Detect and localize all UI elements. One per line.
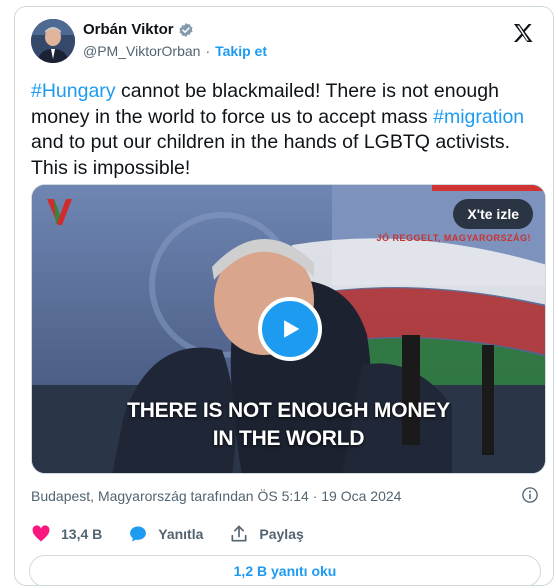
- tweet-text: #Hungary cannot be blackmailed! There is…: [31, 79, 541, 181]
- hashtag-migration[interactable]: #migration: [433, 106, 524, 128]
- like-button[interactable]: 13,4 B: [31, 524, 102, 544]
- verified-badge-icon: [179, 22, 193, 37]
- video-caption: THERE IS NOT ENOUGH MONEY IN THE WORLD: [32, 397, 545, 453]
- caption-line2: IN THE WORLD: [212, 427, 365, 450]
- hashtag-hungary[interactable]: #Hungary: [31, 80, 116, 102]
- location-timestamp[interactable]: Budapest, Magyarország tarafından ÖS 5:1…: [31, 488, 401, 504]
- heart-icon: [32, 525, 50, 542]
- x-logo-icon[interactable]: [511, 21, 535, 45]
- follow-button[interactable]: Takip et: [215, 43, 267, 59]
- share-button[interactable]: Paylaş: [229, 524, 304, 544]
- tweet-text-part2: and to put our children in the hands of …: [31, 131, 511, 179]
- tweet-card[interactable]: Orbán Viktor @PM_ViktorOrban · Takip et …: [14, 6, 554, 586]
- info-icon[interactable]: [521, 486, 539, 504]
- name-row: Orbán Viktor: [83, 21, 194, 38]
- read-replies-button[interactable]: 1,2 B yanıtı oku: [29, 555, 541, 585]
- watch-on-x-button[interactable]: X'te izle: [453, 199, 533, 229]
- reply-label: Yanıtla: [158, 526, 204, 542]
- separator-dot: ·: [205, 43, 211, 59]
- tweet-meta: Budapest, Magyarország tarafından ÖS 5:1…: [31, 486, 539, 506]
- reply-bubble-icon: [130, 526, 147, 542]
- caption-line1: THERE IS NOT ENOUGH MONEY: [127, 399, 450, 422]
- reply-button[interactable]: Yanıtla: [128, 524, 203, 544]
- handle[interactable]: @PM_ViktorOrban: [83, 43, 200, 59]
- handle-row: @PM_ViktorOrban · Takip et: [83, 43, 267, 59]
- video-thumbnail[interactable]: JÓ REGGELT, MAGYARORSZÁG! X'te izle THER…: [31, 184, 546, 474]
- display-name[interactable]: Orbán Viktor: [83, 21, 174, 38]
- play-icon: [284, 320, 300, 338]
- play-button[interactable]: [258, 297, 322, 361]
- tv-show-tag: JÓ REGGELT, MAGYARORSZÁG!: [376, 233, 531, 243]
- action-bar: 13,4 B Yanıtla Paylaş: [31, 522, 330, 546]
- like-count: 13,4 B: [61, 526, 103, 542]
- share-label: Paylaş: [259, 526, 304, 542]
- share-icon: [231, 525, 247, 542]
- avatar[interactable]: [31, 19, 75, 63]
- tweet-header: Orbán Viktor @PM_ViktorOrban · Takip et: [31, 17, 539, 65]
